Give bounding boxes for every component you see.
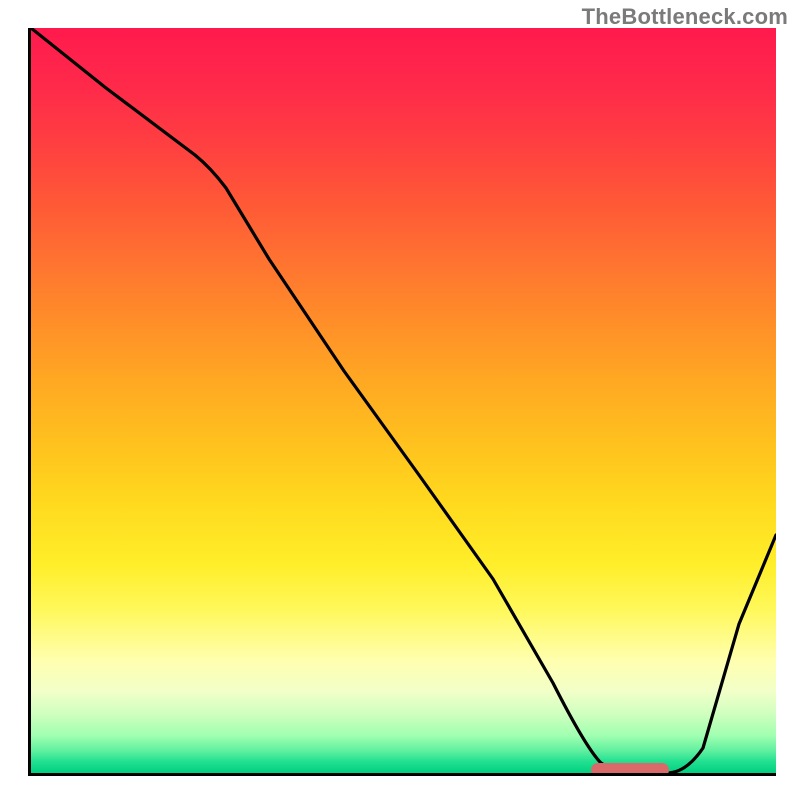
watermark-text: TheBottleneck.com <box>582 4 788 30</box>
bottleneck-curve-path <box>31 28 776 773</box>
chart-plot-area <box>28 28 776 776</box>
chart-curve-svg <box>31 28 776 773</box>
optimal-range-marker <box>591 763 669 776</box>
